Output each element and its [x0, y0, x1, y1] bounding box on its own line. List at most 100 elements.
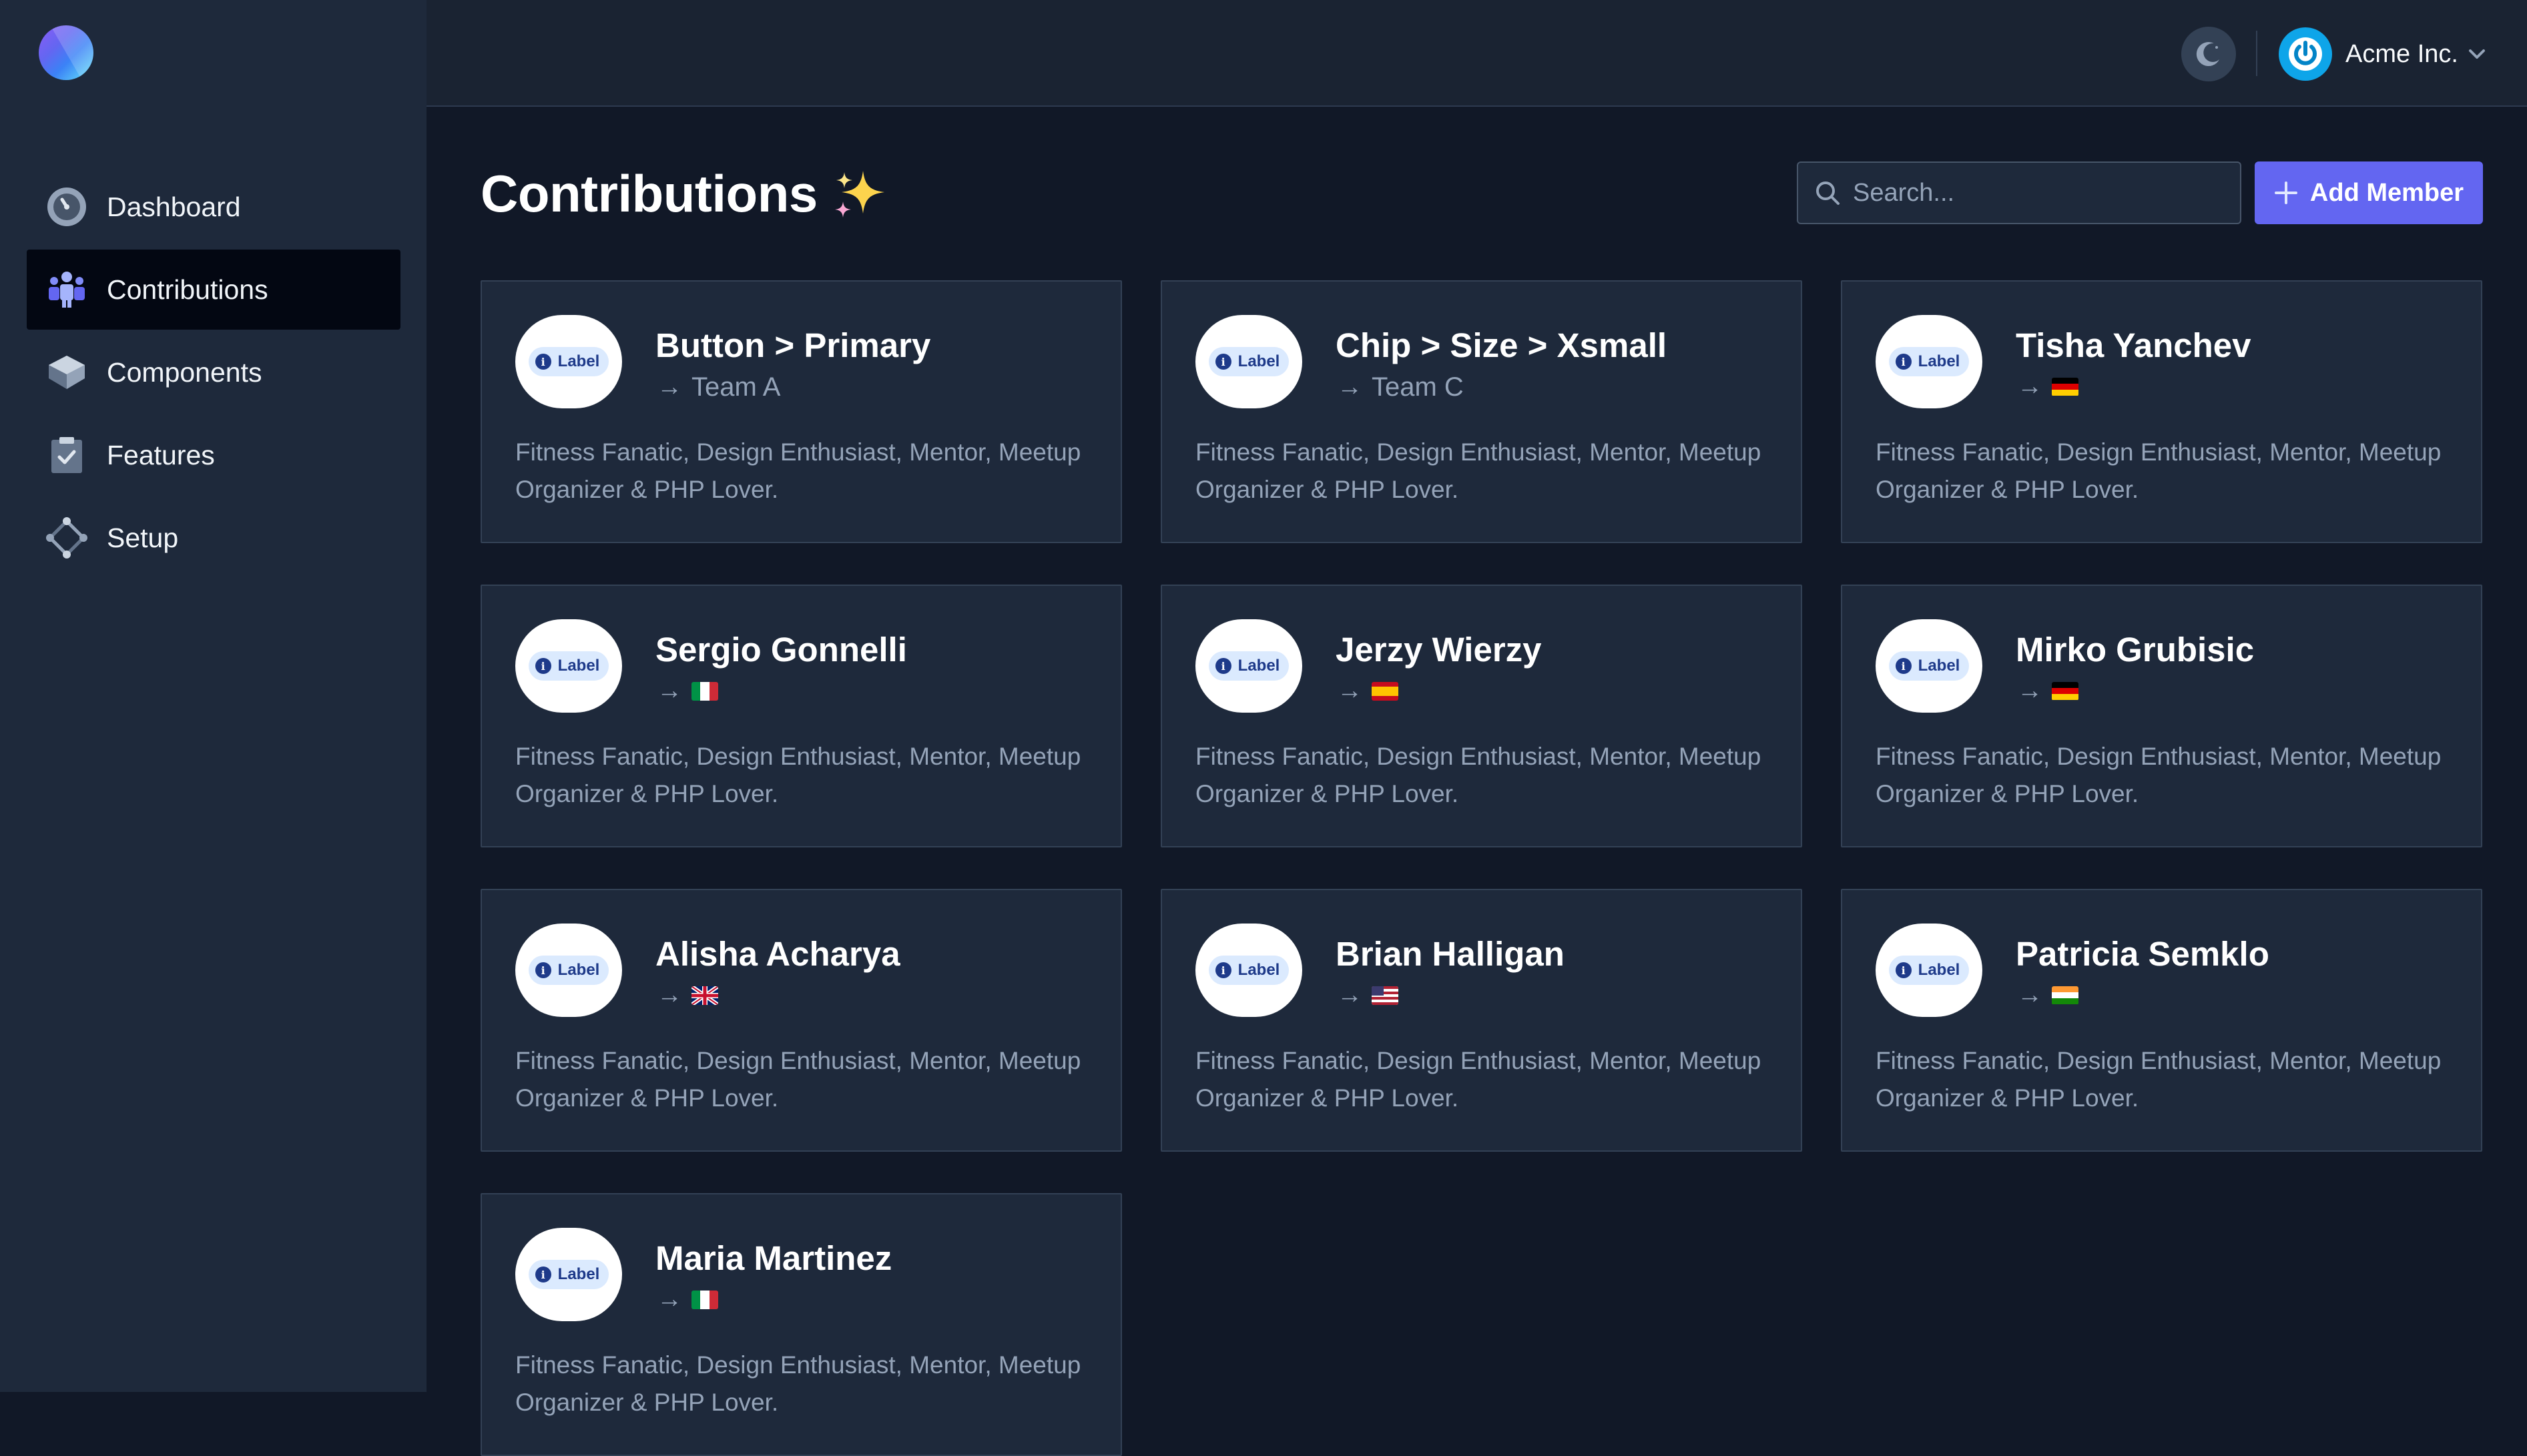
member-meta: → Team A	[657, 372, 780, 402]
account-menu[interactable]: Acme Inc.	[2279, 27, 2486, 81]
setup-icon	[45, 516, 88, 559]
arrow-right-icon: →	[2017, 372, 2042, 400]
sidebar-nav: Dashboard Contributions Components Featu…	[27, 167, 400, 581]
sidebar: Dashboard Contributions Components Featu…	[0, 0, 427, 1392]
power-icon	[2289, 37, 2322, 71]
chip-label: Label	[557, 961, 600, 979]
member-description: Fitness Fanatic, Design Enthusiast, Ment…	[515, 743, 1081, 807]
member-description: Fitness Fanatic, Design Enthusiast, Ment…	[1876, 1047, 2442, 1112]
flag-it-icon	[691, 681, 718, 701]
label-chip: i Label	[528, 956, 609, 985]
member-name[interactable]: Tisha Yanchev	[2016, 326, 2251, 365]
sidebar-item-label: Components	[107, 356, 262, 388]
theme-toggle-button[interactable]	[2181, 27, 2236, 81]
member-name[interactable]: Brian Halligan	[1336, 934, 1565, 974]
info-icon: i	[1215, 962, 1231, 978]
arrow-right-icon: →	[657, 677, 682, 705]
member-card[interactable]: i Label Chip > Size > Xsmall → Team C Fi…	[1161, 280, 1802, 543]
member-card[interactable]: i Label Button > Primary → Team A Fitnes…	[481, 280, 1122, 543]
info-icon: i	[1895, 658, 1912, 674]
team-icon	[45, 268, 88, 311]
info-icon: i	[1895, 962, 1912, 978]
label-chip: i Label	[1888, 651, 1970, 681]
sidebar-item-label: Contributions	[107, 274, 268, 305]
member-card[interactable]: i Label Mirko Grubisic → Fitness Fanatic…	[1841, 585, 2482, 847]
member-avatar: i Label	[1876, 315, 1982, 408]
member-avatar: i Label	[1195, 315, 1302, 408]
arrow-right-icon: →	[1337, 981, 1362, 1009]
info-icon: i	[1895, 354, 1912, 370]
search-box[interactable]	[1797, 161, 2241, 224]
member-meta: →	[2017, 981, 2078, 1010]
label-chip: i Label	[528, 347, 609, 376]
label-chip: i Label	[1208, 347, 1290, 376]
app-logo[interactable]	[39, 25, 93, 80]
member-card[interactable]: i Label Maria Martinez → Fitness Fanatic…	[481, 1193, 1122, 1456]
member-team: Team A	[691, 372, 781, 402]
arrow-right-icon: →	[657, 981, 682, 1009]
arrow-right-icon: →	[1337, 677, 1362, 705]
member-description: Fitness Fanatic, Design Enthusiast, Ment…	[515, 1351, 1081, 1416]
chip-label: Label	[1918, 352, 1960, 370]
member-name[interactable]: Alisha Acharya	[655, 934, 900, 974]
chip-label: Label	[1237, 961, 1280, 979]
member-name[interactable]: Sergio Gonnelli	[655, 630, 907, 669]
label-chip: i Label	[1208, 956, 1290, 985]
chip-label: Label	[1237, 352, 1280, 370]
account-name: Acme Inc.	[2345, 39, 2458, 68]
member-avatar: i Label	[1876, 924, 1982, 1017]
add-member-label: Add Member	[2309, 178, 2464, 207]
account-avatar	[2279, 27, 2332, 81]
member-name[interactable]: Maria Martinez	[655, 1238, 892, 1278]
arrow-right-icon: →	[2017, 981, 2042, 1009]
sparkles-icon	[835, 171, 884, 218]
member-description: Fitness Fanatic, Design Enthusiast, Ment…	[515, 1047, 1081, 1112]
chip-label: Label	[1918, 657, 1960, 675]
member-card[interactable]: i Label Sergio Gonnelli → Fitness Fanati…	[481, 585, 1122, 847]
member-name[interactable]: Patricia Semklo	[2016, 934, 2269, 974]
member-name[interactable]: Jerzy Wierzy	[1336, 630, 1542, 669]
member-card[interactable]: i Label Tisha Yanchev → Fitness Fanatic,…	[1841, 280, 2482, 543]
label-chip: i Label	[1208, 651, 1290, 681]
sidebar-item-setup[interactable]: Setup	[27, 498, 400, 578]
sidebar-item-components[interactable]: Components	[27, 332, 400, 412]
flag-it-icon	[691, 1290, 718, 1309]
sidebar-item-features[interactable]: Features	[27, 415, 400, 495]
clipboard-check-icon	[45, 434, 88, 476]
member-name[interactable]: Mirko Grubisic	[2016, 630, 2254, 669]
member-grid: i Label Button > Primary → Team A Fitnes…	[481, 280, 2483, 1456]
member-avatar: i Label	[1876, 619, 1982, 713]
member-avatar: i Label	[515, 619, 622, 713]
dashboard-icon	[45, 186, 88, 228]
sidebar-item-contributions[interactable]: Contributions	[27, 250, 400, 330]
member-description: Fitness Fanatic, Design Enthusiast, Ment…	[1195, 438, 1761, 503]
member-meta: →	[2017, 677, 2078, 705]
arrow-right-icon: →	[657, 373, 682, 401]
sidebar-item-dashboard[interactable]: Dashboard	[27, 167, 400, 247]
member-meta: →	[1337, 677, 1398, 705]
flag-de-icon	[2052, 681, 2078, 701]
search-input[interactable]	[1853, 178, 2227, 208]
info-icon: i	[535, 1266, 551, 1283]
chip-label: Label	[1918, 961, 1960, 979]
member-avatar: i Label	[515, 315, 622, 408]
chevron-down-icon	[2468, 49, 2485, 59]
arrow-right-icon: →	[657, 1285, 682, 1313]
search-icon	[1816, 181, 1840, 205]
flag-in-icon	[2052, 986, 2078, 1005]
chip-label: Label	[557, 352, 600, 370]
info-icon: i	[535, 962, 551, 978]
info-icon: i	[535, 354, 551, 370]
member-name[interactable]: Button > Primary	[655, 326, 930, 365]
flag-de-icon	[2052, 377, 2078, 396]
sidebar-item-label: Dashboard	[107, 191, 241, 222]
member-description: Fitness Fanatic, Design Enthusiast, Ment…	[1195, 1047, 1761, 1112]
add-member-button[interactable]: Add Member	[2255, 161, 2483, 224]
member-avatar: i Label	[515, 924, 622, 1017]
member-card[interactable]: i Label Jerzy Wierzy → Fitness Fanatic, …	[1161, 585, 1802, 847]
member-card[interactable]: i Label Patricia Semklo → Fitness Fanati…	[1841, 889, 2482, 1152]
member-name[interactable]: Chip > Size > Xsmall	[1336, 326, 1667, 365]
member-card[interactable]: i Label Brian Halligan → Fitness Fanatic…	[1161, 889, 1802, 1152]
member-card[interactable]: i Label Alisha Acharya → Fitness Fanatic…	[481, 889, 1122, 1152]
plus-icon	[2274, 181, 2297, 204]
